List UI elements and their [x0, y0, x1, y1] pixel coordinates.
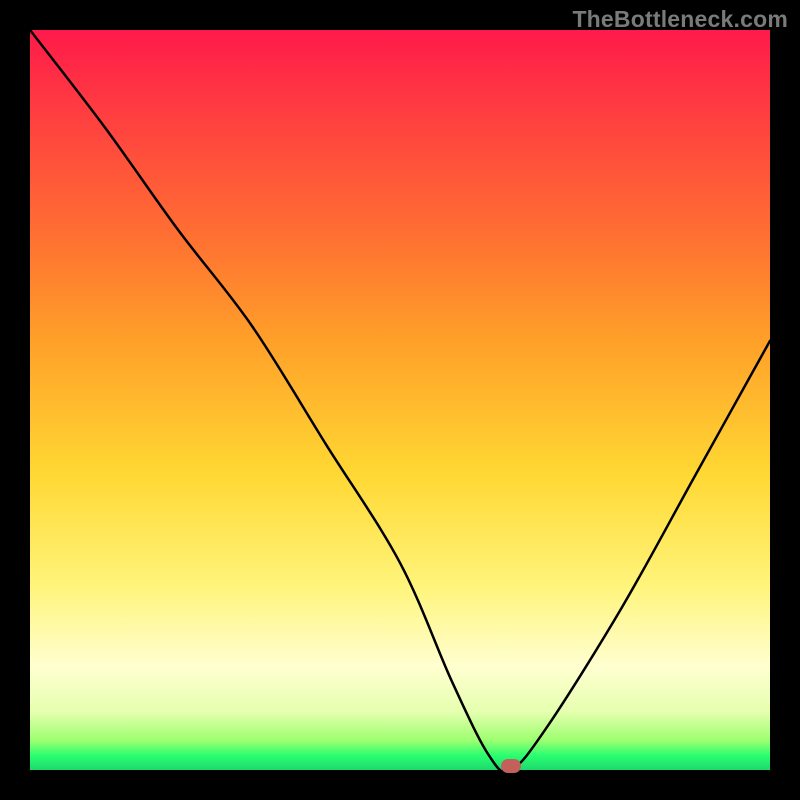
- optimal-point-marker: [501, 759, 521, 773]
- chart-frame: TheBottleneck.com: [0, 0, 800, 800]
- bottleneck-curve: [30, 30, 770, 770]
- plot-area: [30, 30, 770, 770]
- watermark-text: TheBottleneck.com: [572, 6, 788, 33]
